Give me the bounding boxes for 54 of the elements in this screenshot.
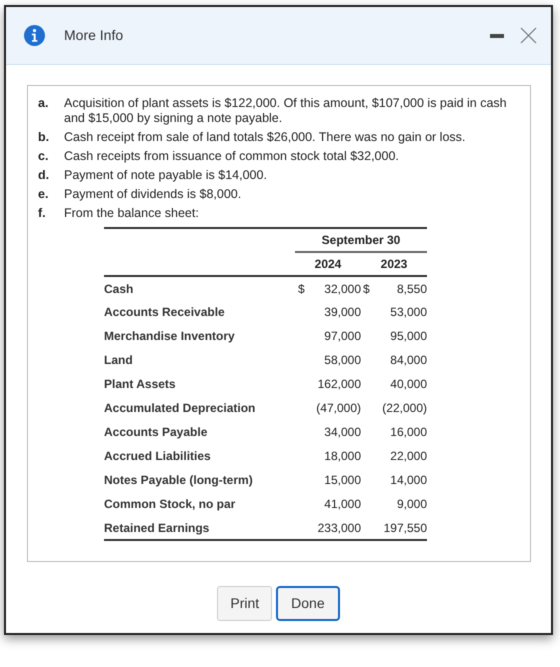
table-cell: 197,550 xyxy=(361,516,427,540)
minimize-icon[interactable] xyxy=(490,32,504,38)
table-cell: 233,000 xyxy=(295,516,361,540)
dialog-button[interactable]: Print xyxy=(217,586,272,621)
item-letter: c. xyxy=(38,149,50,164)
row-label: Common Stock, no par xyxy=(104,496,236,513)
item-text: Cash receipt from sale of land totals $26,000. There was no gain or loss. xyxy=(64,130,466,145)
table-cell: 53,000 xyxy=(361,300,427,324)
item-text: Payment of dividends is $8,000. xyxy=(64,187,242,202)
table-cell-text: (47,000) xyxy=(315,400,361,417)
item-text: From the balance sheet: xyxy=(64,206,199,221)
row-label: Accumulated Depreciation xyxy=(104,400,256,417)
row-label: Retained Earnings xyxy=(104,516,295,540)
table-cell-text: 58,000 xyxy=(323,352,361,369)
table-cell: $ 32,000 xyxy=(295,276,361,300)
item-text: Payment of note payable is $14,000. xyxy=(64,168,267,183)
item-letter: d. xyxy=(38,168,50,183)
table-cell: 95,000 xyxy=(361,324,427,348)
info-icon xyxy=(24,25,45,46)
table-cell: 9,000 xyxy=(361,492,427,516)
row-label: Merchandise Inventory xyxy=(104,328,236,345)
dialog-button[interactable]: Done xyxy=(276,586,340,621)
close-icon[interactable] xyxy=(520,27,537,44)
column-heading: 2024 xyxy=(295,252,361,276)
row-label: Land xyxy=(104,352,134,369)
table-cell-text: (22,000) xyxy=(381,400,427,417)
item-text: Acquisition of plant assets is $122,000. Of this amount, $107,000 is paid in cash and $15,000 by signing a note payable. xyxy=(64,96,508,126)
table-cell-text: 18,000 xyxy=(323,448,361,465)
row-label: Accounts Payable xyxy=(104,424,208,441)
table-cell: 14,000 xyxy=(361,468,427,492)
table-cell: $ 8,550 xyxy=(361,276,427,300)
table-cell-text: 97,000 xyxy=(323,328,361,345)
table-cell-text: 39,000 xyxy=(323,304,361,321)
item-letter: a. xyxy=(38,96,50,112)
dialog-title: More Info xyxy=(64,26,124,45)
row-label: Plant Assets xyxy=(104,376,177,393)
table-cell: 16,000 xyxy=(361,420,427,444)
table-cell-text: 41,000 xyxy=(323,496,361,513)
row-label: Accrued Liabilities xyxy=(104,448,212,465)
item-letter: f. xyxy=(38,206,47,221)
column-heading: 2023 xyxy=(361,252,427,276)
item-text: Cash receipts from issuance of common stock total $32,000. xyxy=(64,149,399,164)
table-cell-text: 15,000 xyxy=(323,472,361,489)
table-cell: 84,000 xyxy=(361,348,427,372)
row-label: Accounts Receivable xyxy=(104,304,226,321)
item-letter: b. xyxy=(38,130,50,145)
table-cell: 40,000 xyxy=(361,372,427,396)
table-cell-text: 34,000 xyxy=(323,424,361,441)
column-group-heading: September 30 xyxy=(295,228,427,252)
item-letter: e. xyxy=(38,187,50,202)
row-label: Cash xyxy=(104,276,295,300)
table-cell: 22,000 xyxy=(361,444,427,468)
table-cell-text: 162,000 xyxy=(316,376,361,393)
row-label: Notes Payable (long-term) xyxy=(104,472,254,489)
